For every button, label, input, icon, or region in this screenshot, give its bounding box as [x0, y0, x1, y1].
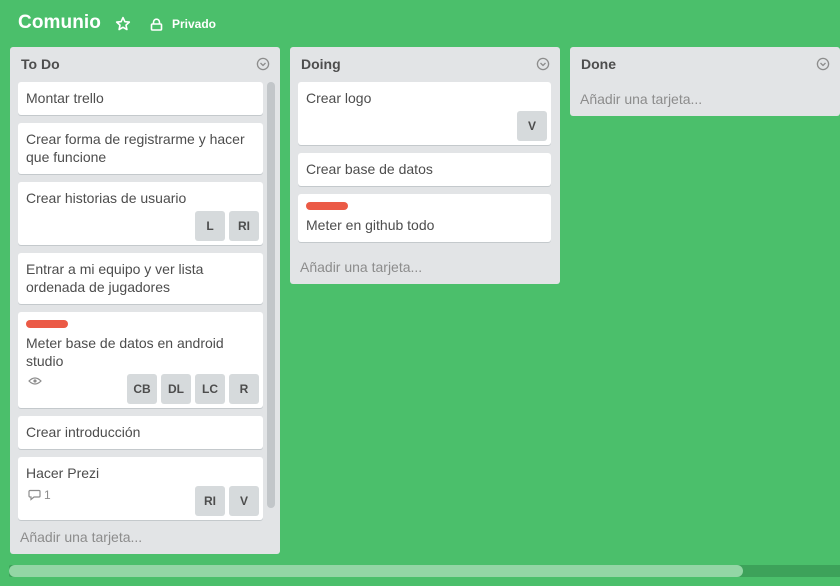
- member-avatar[interactable]: V: [517, 111, 547, 141]
- comment-count: 1: [44, 488, 51, 502]
- list-scrollbar-thumb[interactable]: [267, 82, 275, 508]
- list-header: To Do: [10, 47, 280, 79]
- card[interactable]: Crear forma de registrarme y hacer que f…: [18, 123, 263, 174]
- board-scrollbar-thumb[interactable]: [9, 565, 743, 577]
- card[interactable]: Crear base de datos: [298, 153, 551, 186]
- card-title: Crear logo: [306, 90, 372, 106]
- member-avatar[interactable]: R: [229, 374, 259, 404]
- list-header: Doing: [290, 47, 560, 79]
- list-to-do: To Do Montar trello Crear forma de regis…: [10, 47, 280, 554]
- list-scrollbar[interactable]: [265, 82, 275, 519]
- card-members: L RI: [191, 211, 259, 241]
- card-title: Crear base de datos: [306, 161, 433, 177]
- member-avatar[interactable]: L: [195, 211, 225, 241]
- list-doing: Doing Crear logo V Crear base de datos M…: [290, 47, 560, 284]
- list-title[interactable]: To Do: [21, 56, 60, 72]
- add-card-link[interactable]: Añadir una tarjeta...: [580, 91, 702, 107]
- card-label-red: [26, 320, 68, 328]
- add-card-link[interactable]: Añadir una tarjeta...: [300, 259, 422, 275]
- card-title: Entrar a mi equipo y ver lista ordenada …: [26, 261, 204, 295]
- card-title: Crear historias de usuario: [26, 190, 187, 206]
- list-done: Done Añadir una tarjeta...: [570, 47, 840, 116]
- list-menu-icon[interactable]: [256, 57, 270, 71]
- add-card-link[interactable]: Añadir una tarjeta...: [20, 529, 142, 545]
- eye-icon: [28, 377, 42, 385]
- card[interactable]: Crear logo V: [298, 82, 551, 145]
- card-members: CB DL LC R: [123, 374, 259, 404]
- visibility-label: Privado: [172, 17, 217, 31]
- member-avatar[interactable]: RI: [229, 211, 259, 241]
- card-title: Crear forma de registrarme y hacer que f…: [26, 131, 245, 165]
- member-avatar[interactable]: RI: [195, 486, 225, 516]
- card[interactable]: Montar trello: [18, 82, 263, 115]
- list-title[interactable]: Doing: [301, 56, 341, 72]
- member-avatar[interactable]: CB: [127, 374, 157, 404]
- comment-badge: 1: [28, 488, 51, 502]
- list-menu-icon[interactable]: [816, 57, 830, 71]
- lock-icon: [150, 17, 163, 31]
- card[interactable]: Crear introducción: [18, 416, 263, 449]
- card-members: RI V: [191, 486, 259, 516]
- member-avatar[interactable]: LC: [195, 374, 225, 404]
- card-title: Crear introducción: [26, 424, 141, 440]
- board-header: Comunio Privado: [0, 0, 840, 46]
- star-icon[interactable]: [115, 16, 131, 32]
- card[interactable]: Meter en github todo: [298, 194, 551, 242]
- board-title[interactable]: Comunio: [18, 12, 101, 34]
- comment-icon: [28, 489, 41, 501]
- list-title[interactable]: Done: [581, 56, 616, 72]
- member-avatar[interactable]: V: [229, 486, 259, 516]
- card[interactable]: Crear historias de usuario L RI: [18, 182, 263, 245]
- visibility-button[interactable]: Privado: [150, 16, 216, 32]
- card-title: Meter en github todo: [306, 217, 435, 233]
- card-title: Meter base de datos en android studio: [26, 335, 224, 369]
- card-title: Montar trello: [26, 90, 104, 106]
- card[interactable]: Meter base de datos en android studio CB…: [18, 312, 263, 408]
- member-avatar[interactable]: DL: [161, 374, 191, 404]
- list-menu-icon[interactable]: [536, 57, 550, 71]
- card-label-red: [306, 202, 348, 210]
- card-members: V: [513, 111, 547, 141]
- card[interactable]: Entrar a mi equipo y ver lista ordenada …: [18, 253, 263, 304]
- list-header: Done: [570, 47, 840, 79]
- board-scrollbar[interactable]: [9, 565, 840, 577]
- card[interactable]: Hacer Prezi 1 RI V: [18, 457, 263, 520]
- card-title: Hacer Prezi: [26, 465, 100, 481]
